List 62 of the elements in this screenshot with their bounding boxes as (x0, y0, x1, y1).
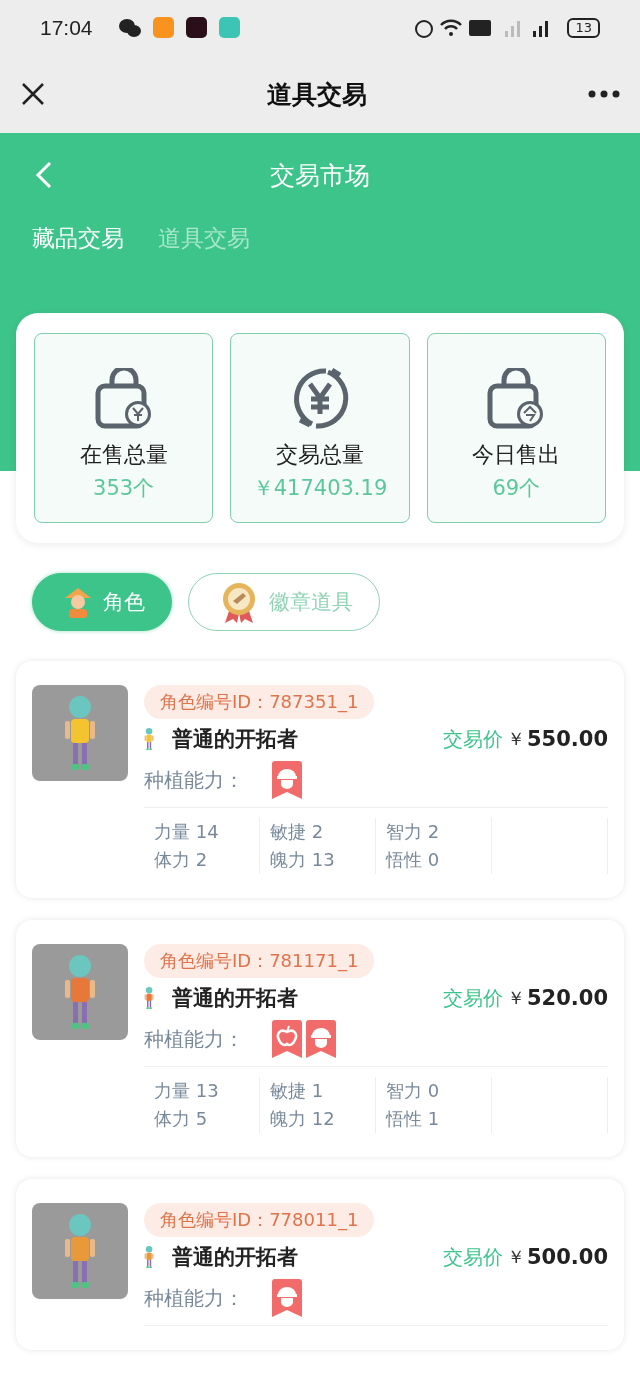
price-label: 交易价 (442, 725, 503, 753)
app-icon (218, 17, 240, 38)
category-chip[interactable]: 徽章道具 (188, 573, 380, 631)
ability-label: 种植能力： (144, 1025, 245, 1053)
character-id-tag: 角色编号ID：787351_1 (144, 685, 375, 719)
character-id-tag: 角色编号ID：778011_1 (144, 1203, 375, 1237)
stat-value: 353个 (93, 475, 155, 502)
page-title: 道具交易 (266, 78, 368, 111)
price-label: 交易价 (442, 984, 503, 1012)
price-value: 520.00 (526, 986, 608, 1010)
listing-card[interactable]: 角色编号ID：787351_1 普通的开拓者 交易价 ￥550.00 种植能力： 力量 14 体力 2 敏捷 2 魄力 13 智力 2 悟性 0 (16, 661, 624, 898)
app-icon (152, 17, 174, 38)
attribute-text: 体力 2 (154, 848, 209, 872)
attribute-text: 悟性 1 (386, 1107, 441, 1131)
attribute-text: 力量 14 (154, 820, 220, 844)
character-small-icon (144, 727, 155, 751)
hat-face-badge-icon (272, 761, 302, 799)
currency-symbol: ￥ (506, 986, 525, 1010)
close-button[interactable] (20, 81, 46, 107)
price-value: 500.00 (526, 1245, 608, 1269)
shopping-bag-yen-icon (93, 368, 154, 430)
attribute-text: 魄力 12 (270, 1107, 336, 1131)
app-icon (185, 17, 207, 38)
hat-face-badge-icon (272, 1279, 302, 1317)
stat-label: 今日售出 (472, 441, 561, 469)
character-id-tag: 角色编号ID：781171_1 (144, 944, 375, 978)
ability-label: 种植能力： (144, 1284, 245, 1312)
status-time: 17:04 (40, 15, 93, 40)
stat-label: 交易总量 (276, 441, 364, 469)
stat-label: 在售总量 (79, 441, 168, 469)
currency-symbol: ￥ (506, 727, 525, 751)
attribute-text: 力量 13 (154, 1079, 220, 1103)
chat-app-icon (118, 17, 141, 38)
market-tab[interactable]: 藏品交易 (32, 223, 124, 254)
price-value: 550.00 (526, 727, 608, 751)
market-tab[interactable]: 道具交易 (158, 223, 250, 254)
currency-symbol: ￥ (506, 1245, 525, 1269)
market-title: 交易市场 (269, 159, 371, 192)
listing-card[interactable]: 角色编号ID：778011_1 普通的开拓者 交易价 ￥500.00 种植能力： (16, 1179, 624, 1350)
attribute-text: 智力 2 (386, 820, 441, 844)
attribute-text: 体力 5 (154, 1107, 209, 1131)
attribute-text: 敏捷 1 (270, 1079, 325, 1103)
character-name: 普通的开拓者 (172, 726, 300, 753)
character-name: 普通的开拓者 (172, 985, 300, 1012)
character-name: 普通的开拓者 (172, 1244, 300, 1271)
attribute-text: 魄力 13 (270, 848, 336, 872)
attribute-text: 智力 0 (386, 1079, 441, 1103)
character-small-icon (144, 986, 155, 1010)
apple-badge-icon (272, 1020, 302, 1058)
stat-value: ￥417403.19 (252, 475, 388, 502)
farmer-avatar-icon (63, 586, 93, 618)
attribute-text: 悟性 0 (386, 848, 441, 872)
listing-card[interactable]: 角色编号ID：781171_1 普通的开拓者 交易价 ￥520.00 种植能力： 力量 13 体力 5 敏捷 1 魄力 12 智力 0 悟性 1 (16, 920, 624, 1157)
attribute-text: 敏捷 2 (270, 820, 325, 844)
character-small-icon (144, 1245, 155, 1269)
price-label: 交易价 (442, 1243, 503, 1271)
battery-level: 13 (567, 17, 600, 38)
stat-value: 69个 (492, 475, 541, 502)
ability-label: 种植能力： (144, 766, 245, 794)
more-button[interactable] (588, 90, 620, 98)
hat-face-badge-icon (306, 1020, 336, 1058)
category-chip[interactable]: 角色 (32, 573, 172, 631)
